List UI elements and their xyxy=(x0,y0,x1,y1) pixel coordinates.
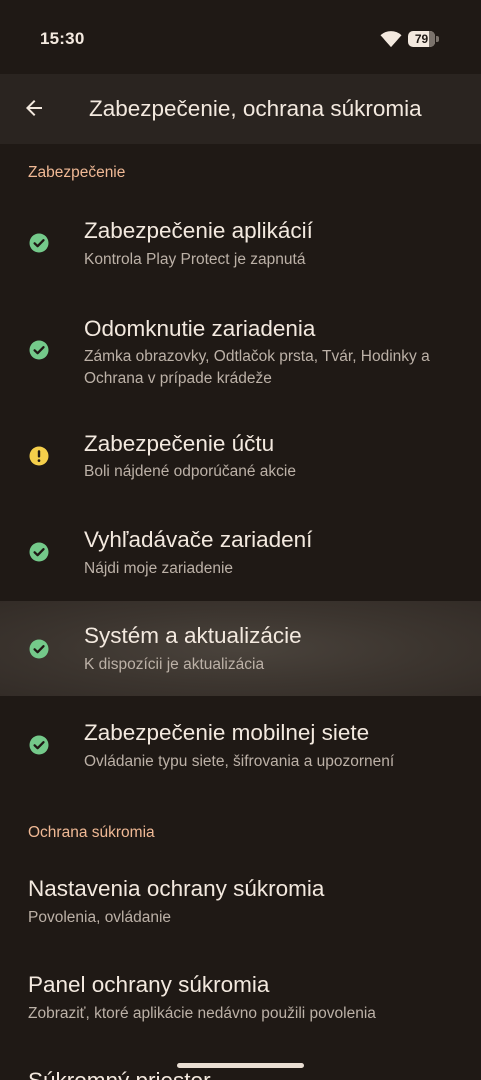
status-bar: 15:30 79 xyxy=(0,0,481,74)
list-item-device-finders[interactable]: Vyhľadávače zariadení Nájdi moje zariade… xyxy=(0,516,481,598)
item-title: Vyhľadávače zariadení xyxy=(84,527,313,552)
item-subtitle: K dispozícii je aktualizácia xyxy=(84,656,265,673)
warning-circle-icon xyxy=(29,446,49,466)
check-circle-icon xyxy=(29,735,49,755)
list-item-privacy-dashboard[interactable]: Panel ochrany súkromia Zobraziť, ktoré a… xyxy=(0,960,481,1042)
item-title: Zabezpečenie aplikácií xyxy=(84,218,313,243)
item-subtitle: Boli nájdené odporúčané akcie xyxy=(84,463,296,480)
status-time: 15:30 xyxy=(40,29,85,48)
item-subtitle: Zobraziť, ktoré aplikácie nedávno použil… xyxy=(28,1005,376,1022)
section-header-security: Zabezpečenie xyxy=(28,164,126,181)
page-title: Zabezpečenie, ochrana súkromia xyxy=(89,96,422,121)
item-title: Odomknutie zariadenia xyxy=(84,316,316,341)
check-circle-icon xyxy=(29,233,49,253)
list-item-app-security[interactable]: Zabezpečenie aplikácií Kontrola Play Pro… xyxy=(0,202,481,284)
item-title: Systém a aktualizácie xyxy=(84,623,302,648)
item-subtitle: Povolenia, ovládanie xyxy=(28,909,172,926)
wifi-icon xyxy=(380,30,402,48)
item-subtitle: Zámka obrazovky, Odtlačok prsta, Tvár, H… xyxy=(84,348,430,387)
section-header-privacy: Ochrana súkromia xyxy=(28,824,155,841)
item-title: Nastavenia ochrany súkromia xyxy=(28,876,325,901)
item-title: Panel ochrany súkromia xyxy=(28,972,270,997)
item-title: Zabezpečenie mobilnej siete xyxy=(84,720,370,745)
item-title: Zabezpečenie účtu xyxy=(84,431,275,456)
list-item-device-unlock[interactable]: Odomknutie zariadenia Zámka obrazovky, O… xyxy=(0,304,481,404)
list-item-system-updates[interactable]: Systém a aktualizácie K dispozícii je ak… xyxy=(0,601,481,696)
list-item-account-security[interactable]: Zabezpečenie účtu Boli nájdené odporúčan… xyxy=(0,420,481,500)
item-subtitle: Kontrola Play Protect je zapnutá xyxy=(84,251,306,268)
check-circle-icon xyxy=(29,542,49,562)
check-circle-icon xyxy=(29,639,49,659)
list-item-privacy-settings[interactable]: Nastavenia ochrany súkromia Povolenia, o… xyxy=(0,864,481,946)
battery-icon: 79 xyxy=(408,31,440,47)
list-item-private-space[interactable]: Súkromný priestor xyxy=(0,1056,481,1080)
item-subtitle: Nájdi moje zariadenie xyxy=(84,560,234,577)
item-subtitle: Ovládanie typu siete, šifrovania a upozo… xyxy=(84,753,395,770)
battery-level: 79 xyxy=(414,32,429,46)
back-button[interactable] xyxy=(14,88,54,128)
home-indicator[interactable] xyxy=(177,1063,304,1068)
settings-screen: 15:30 79 Zabezpečenie, ochrana súkromia … xyxy=(0,0,481,1080)
app-bar: Zabezpečenie, ochrana súkromia xyxy=(0,74,481,144)
list-item-mobile-network-security[interactable]: Zabezpečenie mobilnej siete Ovládanie ty… xyxy=(0,710,481,792)
arrow-back-icon xyxy=(26,100,42,116)
check-circle-icon xyxy=(29,340,49,360)
item-title: Súkromný priestor xyxy=(28,1068,211,1080)
settings-list: Zabezpečenie Zabezpečenie aplikácií Kont… xyxy=(0,144,481,1080)
